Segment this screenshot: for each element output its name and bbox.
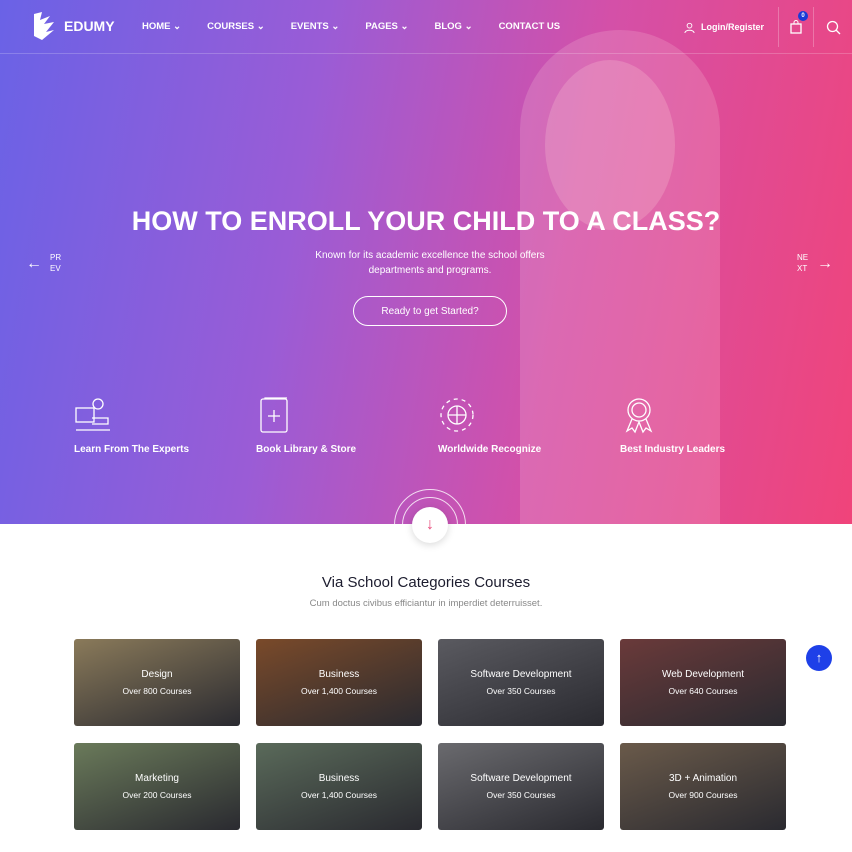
category-title: Software Development [470, 669, 572, 680]
category-title: 3D + Animation [668, 773, 738, 784]
section-title: Via School Categories Courses [321, 574, 531, 591]
feature-worldwide: Worldwide Recognize [438, 396, 541, 455]
cart-badge: 0 [798, 11, 808, 21]
logo-icon [34, 12, 54, 40]
user-icon [684, 22, 695, 33]
hero-banner: EDUMY HOME ⌄ COURSES ⌄ EVENTS ⌄ PAGES ⌄ … [0, 0, 852, 524]
nav-courses[interactable]: COURSES ⌄ [207, 21, 265, 32]
hero-title: HOW TO ENROLL YOUR CHILD TO A CLASS? [131, 206, 721, 236]
category-count: Over 800 Courses [122, 686, 192, 696]
category-card[interactable]: Business Over 1,400 Courses [256, 639, 422, 726]
nav-contact[interactable]: CONTACT US [499, 21, 561, 32]
category-count: Over 900 Courses [668, 790, 738, 800]
cart-button[interactable]: 0 [778, 7, 814, 47]
award-icon [625, 398, 653, 434]
category-title: Marketing [135, 773, 179, 784]
login-register-link[interactable]: Login/Register [684, 22, 778, 33]
category-title: Software Development [470, 773, 572, 784]
arrow-right-icon: → [817, 254, 833, 272]
book-icon [260, 397, 288, 433]
arrow-left-icon: ← [26, 254, 42, 272]
nav-events[interactable]: EVENTS ⌄ [291, 21, 340, 32]
feature-experts: Learn From The Experts [74, 396, 189, 455]
category-count: Over 200 Courses [122, 790, 192, 800]
shopping-bag-icon [790, 20, 802, 34]
hero-subtitle: Known for its academic excellence the sc… [315, 250, 545, 276]
category-title: Business [318, 669, 360, 680]
category-card[interactable]: Design Over 800 Courses [74, 639, 240, 726]
category-count: Over 350 Courses [486, 686, 556, 696]
category-title: Business [318, 773, 360, 784]
scroll-down-button[interactable]: ↓ [412, 507, 448, 543]
nav-home[interactable]: HOME ⌄ [142, 21, 181, 32]
nav-blog[interactable]: BLOG ⌄ [435, 21, 473, 32]
nav-pages[interactable]: PAGES ⌄ [365, 21, 408, 32]
category-card[interactable]: Marketing Over 200 Courses [74, 743, 240, 830]
section-subtitle: Cum doctus civibus efficiantur in imperd… [309, 598, 543, 609]
globe-icon [440, 398, 474, 432]
top-nav: EDUMY HOME ⌄ COURSES ⌄ EVENTS ⌄ PAGES ⌄ … [0, 0, 852, 54]
category-count: Over 640 Courses [668, 686, 738, 696]
brand-name: EDUMY [64, 18, 115, 34]
category-card[interactable]: Software Development Over 350 Courses [438, 743, 604, 830]
category-count: Over 1,400 Courses [300, 686, 378, 696]
arrow-up-icon: ↑ [815, 650, 823, 665]
search-icon [826, 20, 840, 34]
category-card[interactable]: Software Development Over 350 Courses [438, 639, 604, 726]
category-card[interactable]: Business Over 1,400 Courses [256, 743, 422, 830]
category-title: Design [141, 669, 173, 680]
next-slide-button[interactable]: NE XT → [797, 252, 833, 274]
logo[interactable]: EDUMY [28, 10, 115, 42]
search-button[interactable] [814, 20, 852, 35]
feature-library: Book Library & Store [256, 396, 356, 455]
hero-image-face [545, 60, 675, 230]
arrow-down-icon: ↓ [426, 516, 434, 533]
category-count: Over 350 Courses [486, 790, 556, 800]
category-title: Web Development [661, 669, 745, 680]
category-count: Over 1,400 Courses [300, 790, 378, 800]
feature-leaders: Best Industry Leaders [620, 396, 725, 455]
category-card[interactable]: Web Development Over 640 Courses [620, 639, 786, 726]
back-to-top-button[interactable]: ↑ [806, 645, 832, 671]
prev-slide-button[interactable]: ← PR EV [26, 252, 62, 274]
get-started-button[interactable]: Ready to get Started? [353, 296, 507, 326]
category-card[interactable]: 3D + Animation Over 900 Courses [620, 743, 786, 830]
teacher-icon [75, 398, 110, 431]
